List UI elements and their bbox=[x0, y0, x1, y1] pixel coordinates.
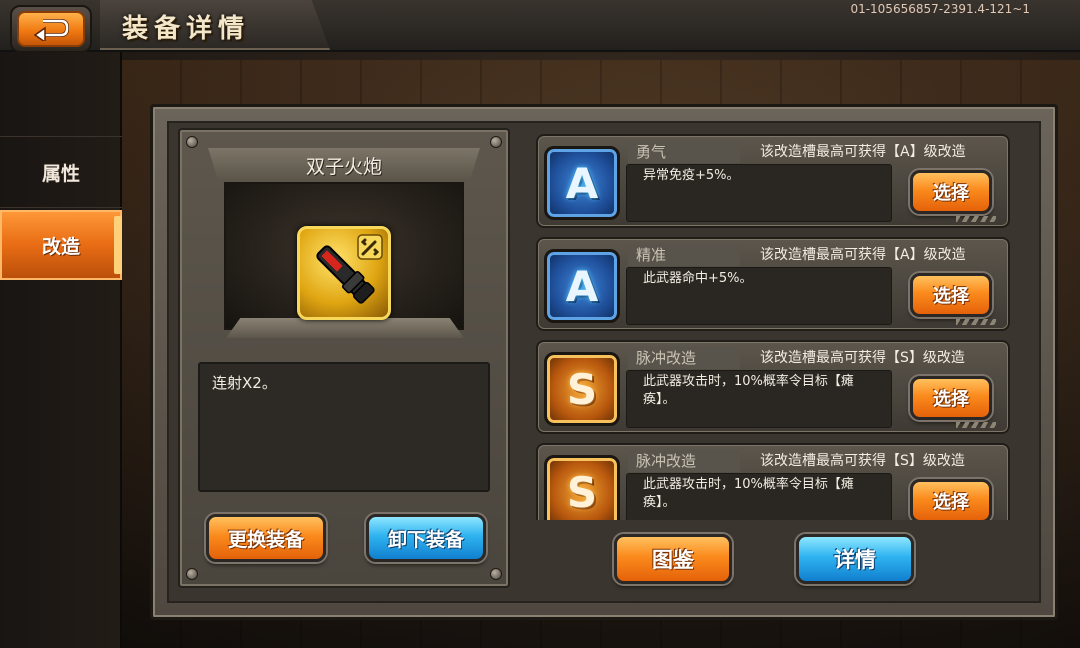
weapon-description-text: 连射X2。 bbox=[212, 374, 277, 392]
select-label: 选择 bbox=[933, 286, 969, 307]
slot-name: 精准 bbox=[628, 244, 740, 266]
grade-a-icon: A bbox=[544, 146, 620, 220]
unequip-button[interactable]: 卸下装备 bbox=[366, 514, 486, 562]
slot-grade: S bbox=[566, 364, 598, 414]
mod-slot: A 勇气 该改造槽最高可获得【A】级改造 异常免疫+5%。 选择 bbox=[536, 134, 1010, 228]
select-label: 选择 bbox=[933, 492, 969, 513]
slot-effect-text: 此武器攻击时，10%概率令目标【瘫痪】。 bbox=[643, 477, 854, 510]
grade-s-icon: S bbox=[544, 455, 620, 520]
codex-label: 图鉴 bbox=[652, 548, 694, 572]
slot-effect: 此武器攻击时，10%概率令目标【瘫痪】。 bbox=[626, 370, 892, 428]
mod-slot: S 脉冲改造 该改造槽最高可获得【S】级改造 此武器攻击时，10%概率令目标【瘫… bbox=[536, 340, 1010, 434]
mod-slot: S 脉冲改造 该改造槽最高可获得【S】级改造 此武器攻击时，10%概率令目标【瘫… bbox=[536, 443, 1010, 520]
select-button[interactable]: 选择 bbox=[910, 273, 992, 317]
slot-name-text: 勇气 bbox=[636, 143, 667, 161]
select-button[interactable]: 选择 bbox=[910, 170, 992, 214]
slot-grade: S bbox=[566, 467, 598, 517]
rivet-icon bbox=[186, 136, 198, 148]
weapon-name: 双子火炮 bbox=[208, 148, 480, 182]
slot-name-text: 脉冲改造 bbox=[636, 452, 697, 470]
back-button[interactable] bbox=[10, 5, 92, 53]
slot-name: 脉冲改造 bbox=[628, 450, 740, 472]
mod-slot: A 精准 该改造槽最高可获得【A】级改造 此武器命中+5%。 选择 bbox=[536, 237, 1010, 331]
slot-effect-text: 此武器攻击时，10%概率令目标【瘫痪】。 bbox=[643, 374, 854, 407]
slot-effect-text: 异常免疫+5%。 bbox=[643, 168, 740, 183]
sidebar: 属性 改造 bbox=[0, 52, 122, 648]
codex-button[interactable]: 图鉴 bbox=[614, 534, 732, 584]
tab-attributes[interactable]: 属性 bbox=[0, 136, 122, 208]
tab-modification[interactable]: 改造 bbox=[0, 210, 122, 280]
grade-a-icon: A bbox=[544, 249, 620, 323]
slot-name: 脉冲改造 bbox=[628, 347, 740, 369]
rivet-icon bbox=[490, 568, 502, 580]
slot-stripes bbox=[956, 216, 996, 222]
rivet-icon bbox=[186, 568, 198, 580]
tab-attributes-label: 属性 bbox=[41, 162, 80, 185]
select-button[interactable]: 选择 bbox=[910, 376, 992, 420]
slot-max-grade-text: 该改造槽最高可获得【S】级改造 bbox=[760, 350, 965, 366]
slot-stripes bbox=[956, 319, 996, 325]
slot-max-grade-text: 该改造槽最高可获得【A】级改造 bbox=[760, 247, 966, 263]
mod-slot-list[interactable]: A 勇气 该改造槽最高可获得【A】级改造 异常免疫+5%。 选择 A 精准 该改… bbox=[528, 128, 1030, 520]
slot-name-text: 脉冲改造 bbox=[636, 349, 697, 367]
cannon-icon[interactable] bbox=[297, 226, 391, 320]
select-label: 选择 bbox=[933, 183, 969, 204]
rivet-icon bbox=[490, 136, 502, 148]
slot-effect-text: 此武器命中+5%。 bbox=[643, 271, 753, 286]
wrench-icon bbox=[357, 234, 383, 260]
top-bar: 装备详情 01-105656857-2391.4-121~1 bbox=[0, 0, 1080, 53]
select-button[interactable]: 选择 bbox=[910, 479, 992, 520]
slot-effect: 异常免疫+5%。 bbox=[626, 164, 892, 222]
display-shelf bbox=[226, 318, 464, 338]
slot-effect: 此武器命中+5%。 bbox=[626, 267, 892, 325]
weapon-description: 连射X2。 bbox=[198, 362, 490, 492]
details-label: 详情 bbox=[834, 548, 876, 572]
slot-max-grade-text: 该改造槽最高可获得【S】级改造 bbox=[760, 453, 965, 469]
slot-name: 勇气 bbox=[628, 141, 740, 163]
tab-modification-label: 改造 bbox=[41, 235, 80, 258]
slot-grade: A bbox=[565, 158, 599, 208]
replace-equipment-label: 更换装备 bbox=[227, 528, 304, 551]
build-id-text: 01-105656857-2391.4-121~1 bbox=[850, 2, 1030, 16]
back-arrow-icon bbox=[33, 19, 69, 41]
slot-max-grade-text: 该改造槽最高可获得【A】级改造 bbox=[760, 144, 966, 160]
weapon-name-text: 双子火炮 bbox=[305, 155, 382, 178]
details-button[interactable]: 详情 bbox=[796, 534, 914, 584]
slot-stripes bbox=[956, 422, 996, 428]
unequip-label: 卸下装备 bbox=[387, 528, 464, 551]
grade-s-icon: S bbox=[544, 352, 620, 426]
back-button-face[interactable] bbox=[17, 11, 85, 47]
page-title: 装备详情 bbox=[122, 14, 251, 44]
select-label: 选择 bbox=[933, 389, 969, 410]
slot-name-text: 精准 bbox=[636, 246, 667, 264]
slot-grade: A bbox=[565, 261, 599, 311]
replace-equipment-button[interactable]: 更换装备 bbox=[206, 514, 326, 562]
slot-effect: 此武器攻击时，10%概率令目标【瘫痪】。 bbox=[626, 473, 892, 520]
